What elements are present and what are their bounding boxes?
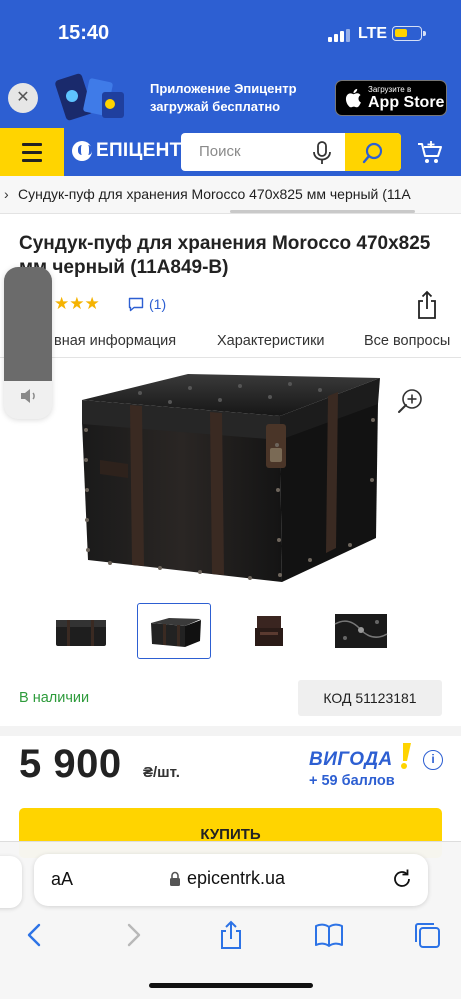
tab-main-info[interactable]: вная информация bbox=[54, 333, 176, 349]
browser-toolbar: аА epicentrk.ua bbox=[0, 841, 461, 999]
network-type: LTE bbox=[358, 25, 388, 42]
reviews-count: (1) bbox=[149, 296, 167, 312]
reload-icon[interactable] bbox=[391, 868, 413, 890]
cellular-signal-icon bbox=[328, 29, 350, 42]
store-small-label: Загрузите в bbox=[368, 85, 412, 94]
vygoda-label: ВИГОДА bbox=[309, 749, 393, 770]
price-unit: ₴/шт. bbox=[143, 764, 180, 781]
url-text[interactable]: epicentrk.ua bbox=[187, 868, 285, 889]
banner-text: Приложение Эпицентр загружай бесплатно bbox=[150, 80, 297, 116]
bonus-points: + 59 баллов bbox=[309, 773, 395, 789]
search-input[interactable]: Поиск bbox=[199, 143, 241, 160]
breadcrumb: › Сундук-пуф для хранения Morocco 470x82… bbox=[0, 176, 461, 214]
breadcrumb-chevron-icon[interactable]: › bbox=[4, 186, 9, 202]
logo-icon bbox=[72, 141, 92, 161]
volume-level-fill bbox=[4, 267, 52, 381]
bookmarks-icon[interactable] bbox=[314, 920, 344, 950]
thumbnail-2-selected[interactable] bbox=[137, 603, 211, 659]
exclamation-icon bbox=[401, 743, 411, 769]
info-icon[interactable]: i bbox=[423, 750, 443, 770]
menu-button[interactable] bbox=[0, 128, 64, 176]
search-box: Поиск bbox=[181, 133, 401, 171]
tab-characteristics[interactable]: Характеристики bbox=[217, 333, 325, 349]
lock-icon bbox=[170, 871, 180, 886]
page-title: Сундук-пуф для хранения Morocco 470x825 … bbox=[19, 233, 431, 278]
search-button[interactable] bbox=[345, 133, 401, 171]
breadcrumb-item[interactable]: Сундук-пуф для хранения Morocco 470x825 … bbox=[18, 186, 411, 202]
site-header: ЕПІЦЕНТР Поиск bbox=[0, 128, 461, 176]
reader-settings-button[interactable]: аА bbox=[51, 869, 73, 890]
promo-illustration-icon bbox=[55, 73, 124, 121]
thumbnail-3[interactable] bbox=[232, 603, 306, 659]
address-bar[interactable]: аА epicentrk.ua bbox=[34, 854, 428, 906]
microphone-icon[interactable] bbox=[311, 141, 333, 165]
tabs-icon[interactable] bbox=[412, 920, 442, 950]
thumbnail-image bbox=[334, 614, 388, 648]
cart-icon[interactable] bbox=[416, 140, 444, 166]
search-icon bbox=[362, 142, 383, 164]
breadcrumb-scrollbar[interactable] bbox=[230, 210, 415, 213]
banner-line-2: загружай бесплатно bbox=[150, 99, 281, 114]
store-big-label: App Store bbox=[368, 94, 445, 111]
thumbnail-1[interactable] bbox=[44, 603, 118, 659]
forward-icon[interactable] bbox=[118, 920, 148, 950]
thumbnail-image bbox=[255, 616, 283, 646]
battery-icon bbox=[392, 26, 426, 41]
price-value: 5 900 bbox=[19, 742, 122, 786]
app-store-button[interactable]: Загрузите в App Store bbox=[335, 80, 447, 116]
volume-overlay[interactable] bbox=[4, 267, 52, 419]
speaker-icon bbox=[21, 389, 35, 403]
thumbnail-strip bbox=[0, 603, 461, 661]
section-divider bbox=[0, 726, 461, 736]
product-image[interactable] bbox=[70, 360, 390, 590]
zoom-in-icon[interactable] bbox=[397, 388, 423, 414]
previous-tab-card[interactable] bbox=[0, 856, 22, 908]
availability-status: В наличии bbox=[19, 690, 90, 706]
thumbnail-image bbox=[56, 620, 106, 646]
share-icon[interactable] bbox=[416, 290, 438, 320]
app-download-banner: ✕ Приложение Эпицентр загружай бесплатно… bbox=[0, 66, 461, 128]
thumbnail-4[interactable] bbox=[324, 603, 398, 659]
share-sheet-icon[interactable] bbox=[216, 920, 246, 950]
close-banner-button[interactable]: ✕ bbox=[8, 83, 38, 113]
thumbnail-image bbox=[151, 618, 201, 647]
tab-questions[interactable]: Все вопросы bbox=[364, 333, 450, 349]
status-time: 15:40 bbox=[58, 22, 110, 44]
logo-text: ЕПІЦЕНТР bbox=[96, 140, 195, 161]
home-indicator bbox=[149, 983, 313, 988]
banner-line-1: Приложение Эпицентр bbox=[150, 81, 297, 96]
reviews-link[interactable]: (1) bbox=[128, 296, 166, 312]
apple-icon bbox=[345, 88, 361, 108]
product-tabs: вная информация Характеристики Все вопро… bbox=[0, 326, 461, 358]
product-code: КОД 51123181 bbox=[298, 680, 442, 716]
back-icon[interactable] bbox=[20, 920, 50, 950]
comment-icon bbox=[128, 297, 144, 311]
rating-stars[interactable]: ★★★ bbox=[54, 294, 100, 314]
status-bar: 15:40 LTE bbox=[0, 0, 461, 66]
site-logo[interactable]: ЕПІЦЕНТР bbox=[72, 140, 195, 162]
